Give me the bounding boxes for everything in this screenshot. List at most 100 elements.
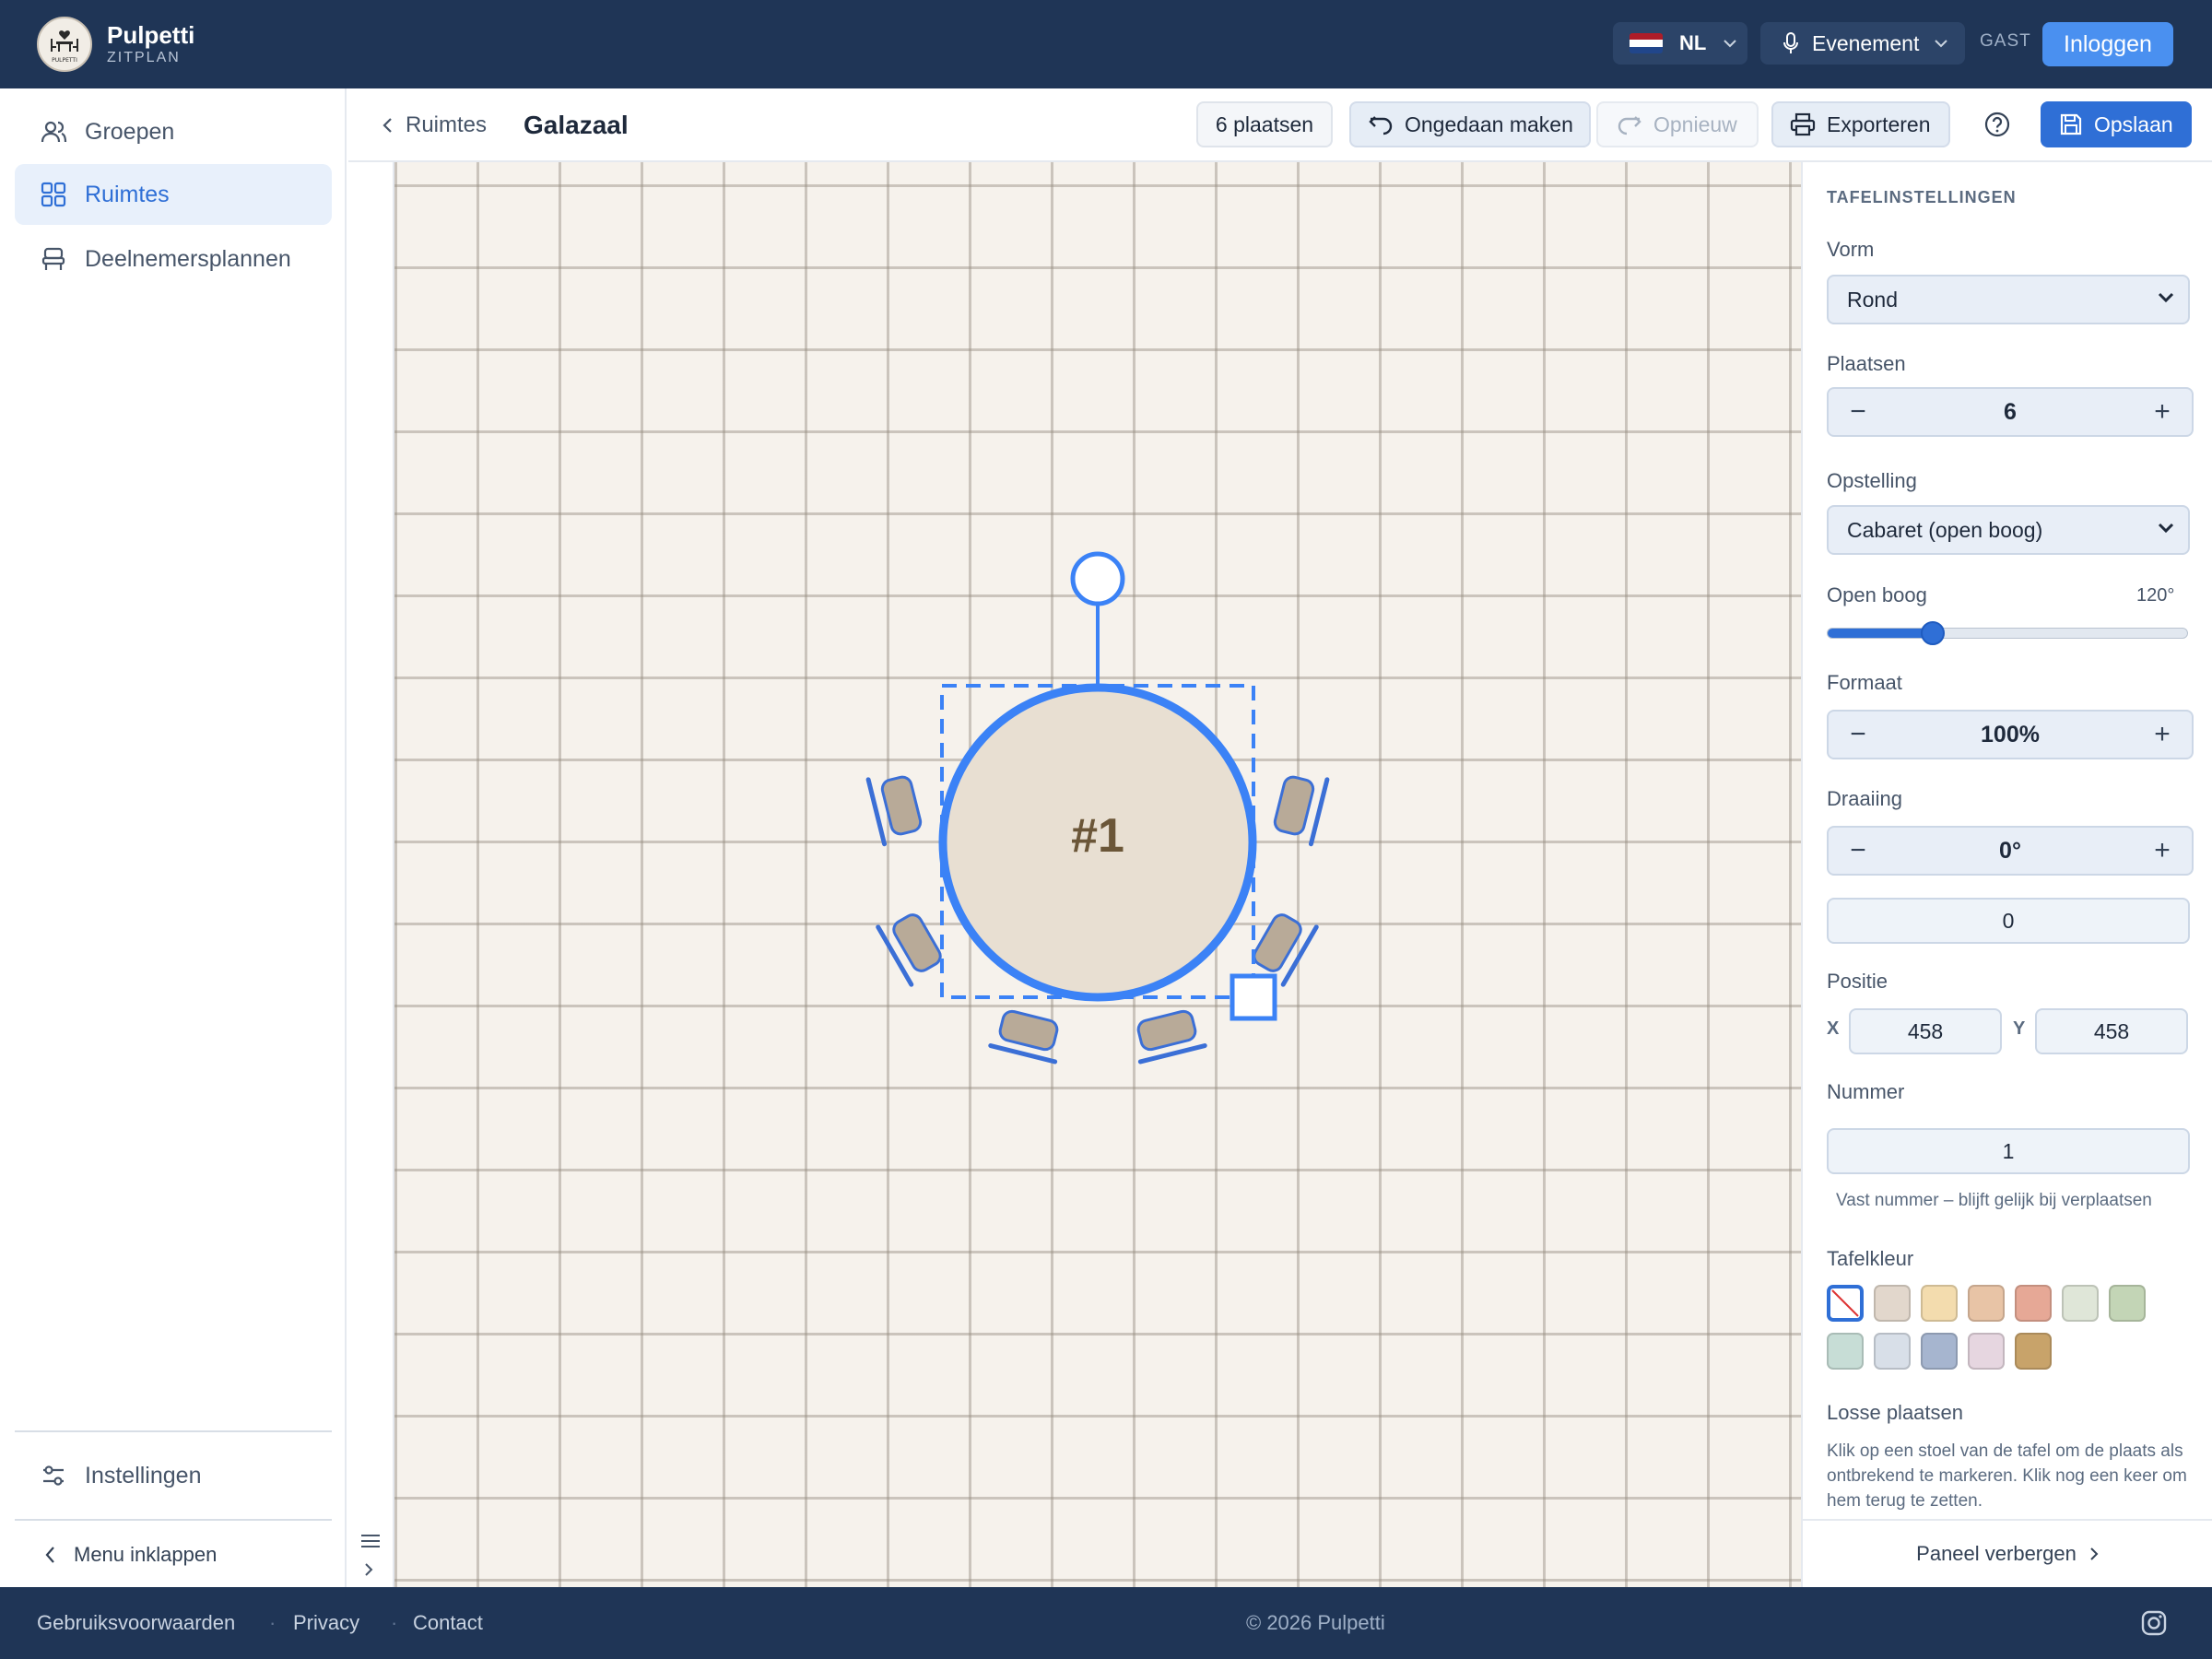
app-name: Pulpetti <box>107 21 195 49</box>
color-swatch[interactable] <box>1921 1333 1958 1370</box>
chair[interactable] <box>1136 1009 1207 1065</box>
rotation-input[interactable]: 0 <box>1827 898 2190 944</box>
chair[interactable] <box>1251 912 1319 987</box>
sidebar: Groepen Ruimtes Deelnemersplannen Instel… <box>0 88 347 1587</box>
chevron-down-icon <box>1724 40 1737 48</box>
pos-y-input[interactable]: 458 <box>2035 1008 2188 1054</box>
size-label: Formaat <box>1827 671 1902 694</box>
users-icon <box>39 117 68 147</box>
save-label: Opslaan <box>2094 112 2173 136</box>
chevron-left-icon <box>382 118 392 133</box>
arc-slider[interactable] <box>1827 621 2188 645</box>
seats-stepper: − 6 + <box>1827 387 2194 437</box>
color-swatch[interactable] <box>1827 1333 1864 1370</box>
seats-increment-button[interactable]: + <box>2133 389 2192 435</box>
color-swatch[interactable] <box>2062 1285 2099 1322</box>
help-button[interactable] <box>1976 101 2018 147</box>
menu-icon[interactable] <box>359 1532 382 1550</box>
language-code: NL <box>1679 31 1707 54</box>
privacy-link[interactable]: Privacy <box>293 1611 359 1635</box>
chevron-down-icon <box>2158 523 2174 534</box>
number-hint: Vast nummer – blijft gelijk bij verplaat… <box>1836 1191 2152 1210</box>
undo-label: Ongedaan maken <box>1405 112 1573 136</box>
save-icon <box>2060 113 2082 135</box>
layout-value: Cabaret (open boog) <box>1847 517 2043 542</box>
table-settings-panel: TAFELINSTELLINGEN Vorm Rond Plaatsen − 6… <box>1801 162 2212 1587</box>
size-increment-button[interactable]: + <box>2133 712 2192 758</box>
layout-select[interactable]: Cabaret (open boog) <box>1827 505 2190 555</box>
panel-title: TAFELINSTELLINGEN <box>1827 188 2017 206</box>
app-subtitle: ZITPLAN <box>107 50 181 65</box>
rotation-label: Draaiing <box>1827 787 1902 810</box>
sliders-icon <box>39 1461 68 1490</box>
floorplan-canvas[interactable]: #1 <box>394 162 1801 1587</box>
canvas-side-strip <box>348 162 394 1587</box>
chevron-right-icon[interactable] <box>363 1561 374 1578</box>
chair[interactable] <box>865 775 923 847</box>
color-swatch-none[interactable] <box>1827 1285 1864 1322</box>
sidebar-divider <box>15 1519 332 1521</box>
color-swatch[interactable] <box>1874 1285 1911 1322</box>
chair[interactable] <box>876 912 944 987</box>
rotation-value[interactable]: 0° <box>1888 828 2133 874</box>
top-bar: PULPETTI Pulpetti ZITPLAN NL Evenement G… <box>0 0 2212 88</box>
export-button[interactable]: Exporteren <box>1771 101 1950 147</box>
size-value[interactable]: 100% <box>1888 712 2133 758</box>
sidebar-item-groepen[interactable]: Groepen <box>15 101 332 162</box>
language-selector[interactable]: NL <box>1613 22 1747 65</box>
contact-link[interactable]: Contact <box>413 1611 483 1635</box>
color-swatch[interactable] <box>2109 1285 2146 1322</box>
event-label: Evenement <box>1812 30 1920 55</box>
page-title: Galazaal <box>524 111 629 139</box>
event-selector[interactable]: Evenement <box>1760 22 1965 65</box>
color-swatch[interactable] <box>1921 1285 1958 1322</box>
brand[interactable]: PULPETTI Pulpetti ZITPLAN <box>37 17 194 72</box>
table-graphic: #1 <box>865 551 1330 1065</box>
number-input[interactable]: 1 <box>1827 1128 2190 1174</box>
sidebar-item-deelnemersplannen[interactable]: Deelnemersplannen <box>15 229 332 289</box>
color-swatch[interactable] <box>1874 1333 1911 1370</box>
instagram-icon[interactable] <box>2140 1609 2168 1637</box>
rotation-increment-button[interactable]: + <box>2133 828 2192 874</box>
rotation-decrement-button[interactable]: − <box>1829 828 1888 874</box>
terms-link[interactable]: Gebruiksvoorwaarden <box>37 1611 235 1635</box>
resize-handle[interactable] <box>1230 973 1277 1021</box>
sidebar-item-label: Deelnemersplannen <box>85 245 291 272</box>
chair-icon <box>39 244 68 274</box>
pos-x-input[interactable]: 458 <box>1849 1008 2002 1054</box>
sidebar-item-ruimtes[interactable]: Ruimtes <box>15 164 332 225</box>
shape-value: Rond <box>1847 287 1898 312</box>
color-swatch[interactable] <box>1968 1333 2005 1370</box>
color-swatch[interactable] <box>2015 1285 2052 1322</box>
microphone-icon <box>1783 32 1798 53</box>
redo-button[interactable]: Opnieuw <box>1596 101 1759 147</box>
color-label: Tafelkleur <box>1827 1247 1914 1270</box>
arc-slider-thumb[interactable] <box>1920 621 1945 645</box>
color-swatch[interactable] <box>2015 1333 2052 1370</box>
shape-label: Vorm <box>1827 238 1875 261</box>
pos-x-label: X <box>1827 1018 1840 1039</box>
hide-panel-button[interactable]: Paneel verbergen <box>1803 1519 2212 1587</box>
sidebar-item-instellingen[interactable]: Instellingen <box>15 1445 332 1506</box>
rotation-handle[interactable] <box>1070 551 1125 606</box>
hide-panel-label: Paneel verbergen <box>1916 1542 2077 1565</box>
undo-button[interactable]: Ongedaan maken <box>1349 101 1591 147</box>
login-button[interactable]: Inloggen <box>2042 22 2173 66</box>
size-stepper: − 100% + <box>1827 710 2194 759</box>
help-icon <box>1984 112 2010 137</box>
copyright-text: © 2026 Pulpetti <box>1246 1611 1385 1634</box>
seats-value[interactable]: 6 <box>1888 389 2133 435</box>
size-decrement-button[interactable]: − <box>1829 712 1888 758</box>
save-button[interactable]: Opslaan <box>2041 101 2192 147</box>
seats-decrement-button[interactable]: − <box>1829 389 1888 435</box>
collapse-menu-button[interactable]: Menu inklappen <box>44 1543 217 1567</box>
chair[interactable] <box>1273 775 1330 847</box>
chair[interactable] <box>988 1009 1059 1065</box>
footer-separator: · <box>269 1611 276 1634</box>
color-swatch[interactable] <box>1968 1285 2005 1322</box>
shape-select[interactable]: Rond <box>1827 275 2190 324</box>
collapse-menu-label: Menu inklappen <box>74 1543 218 1566</box>
logo-text: PULPETTI <box>52 57 77 64</box>
sidebar-item-label: Groepen <box>85 118 175 145</box>
breadcrumb-back[interactable]: Ruimtes <box>382 112 487 138</box>
